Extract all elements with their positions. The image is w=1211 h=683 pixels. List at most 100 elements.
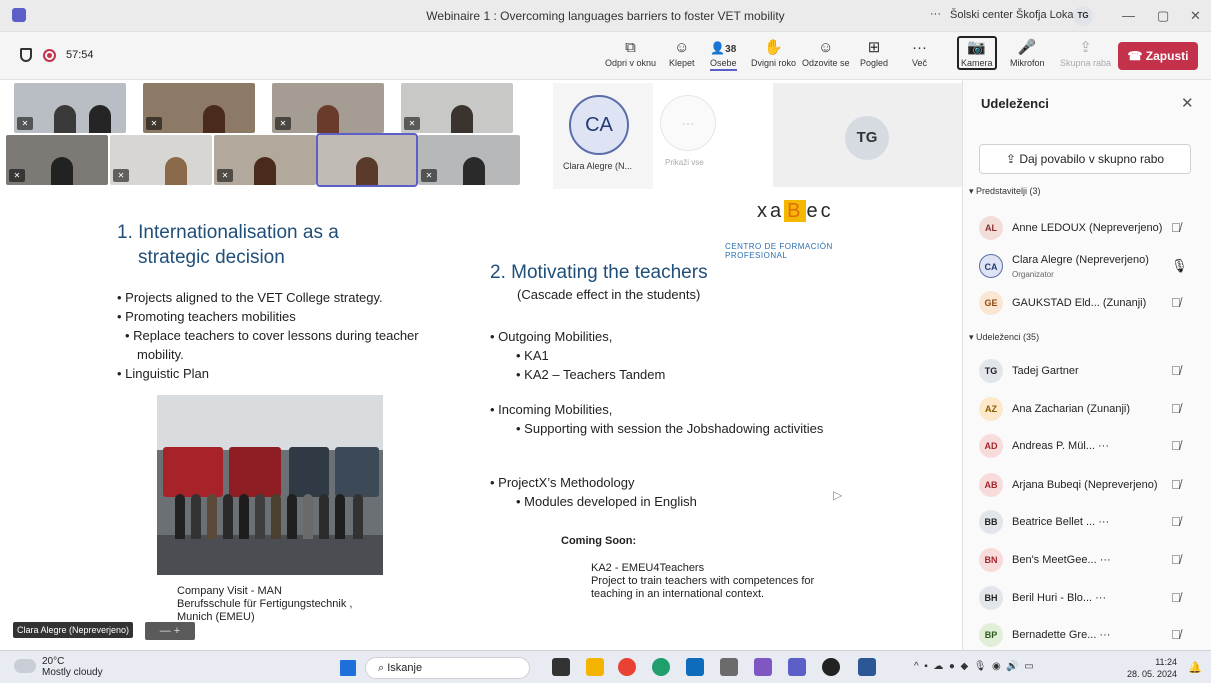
mic-off-icon: 🎙̸ xyxy=(1171,220,1181,235)
weather-widget[interactable]: 20°C Mostly cloudy xyxy=(42,656,103,678)
participant-row[interactable]: CA Clara Alegre (Nepreverjeno) Organizat… xyxy=(979,250,1204,282)
camera-button[interactable]: 📷 Kamera xyxy=(957,36,997,70)
close-window-button[interactable]: ✕ xyxy=(1190,8,1201,24)
share-invite-button[interactable]: ⇪ Daj povabilo v skupno rabo xyxy=(979,144,1191,174)
participant-row[interactable]: AD Andreas P. Mül... ··· 🎙̸ xyxy=(979,430,1204,462)
mic-on-icon: 🎙 xyxy=(1171,258,1188,273)
participants-panel: Udeleženci ✕ ⇪ Daj povabilo v skupno rab… xyxy=(962,80,1211,650)
windows-start-icon[interactable] xyxy=(340,660,356,676)
minimize-button[interactable]: — xyxy=(1122,8,1135,23)
recording-icon xyxy=(43,49,56,62)
participant-row[interactable]: BP Bernadette Gre... ··· 🎙̸ xyxy=(979,619,1204,651)
mic-off-icon: ✕ xyxy=(113,169,129,182)
video-tile[interactable]: ✕ xyxy=(418,135,520,185)
caption-line: Berufsschule für Fertigungstechnik , xyxy=(177,598,353,610)
video-tile[interactable]: ✕ xyxy=(214,135,316,185)
account-avatar[interactable]: TG xyxy=(1073,6,1093,26)
shield-icon xyxy=(20,48,32,62)
video-tile[interactable]: ✕ xyxy=(110,135,212,185)
avatar: AB xyxy=(979,473,1003,497)
participant-row[interactable]: BB Beatrice Bellet ... ··· 🎙̸ xyxy=(979,506,1204,538)
sub-bullet-item: KA1 xyxy=(500,346,870,365)
participant-name: Beatrice Bellet ... ··· xyxy=(1012,516,1110,528)
edge-icon[interactable] xyxy=(652,658,670,676)
teams-icon[interactable] xyxy=(788,658,806,676)
show-all-button[interactable]: ··· xyxy=(660,95,716,151)
participant-row[interactable]: AZ Ana Zacharian (Zunanji) 🎙̸ xyxy=(979,393,1204,425)
mic-off-icon: 🎙̸ xyxy=(1171,438,1181,453)
calculator-icon[interactable] xyxy=(720,658,738,676)
logo-subtitle: CENTRO DE FORMACIÓN PROFESIONAL xyxy=(725,242,833,260)
caret-down-icon: ▾ xyxy=(969,332,977,342)
mic-off-icon: 🎙̸ xyxy=(1171,627,1181,642)
participant-row[interactable]: BN Ben's MeetGee... ··· 🎙̸ xyxy=(979,544,1204,576)
more-button[interactable]: ··· Več xyxy=(912,38,927,68)
system-clock[interactable]: 11:24 28. 05. 2024 xyxy=(1127,656,1177,680)
word-icon[interactable] xyxy=(858,658,876,676)
mic-off-icon: 🎙̸ xyxy=(1171,295,1181,310)
file-explorer-icon[interactable] xyxy=(586,658,604,676)
video-tile[interactable]: ✕ xyxy=(272,83,384,133)
search-icon: ⌕ xyxy=(378,662,388,674)
zoom-control[interactable]: — + xyxy=(145,622,195,640)
toolbar-label: Kamera xyxy=(961,58,993,68)
open-in-window-button[interactable]: ⧉ Odpri v oknu xyxy=(605,38,656,68)
participant-row[interactable]: BH Beril Huri - Blo... ··· 🎙̸ xyxy=(979,582,1204,614)
invite-label: Daj povabilo v skupno rabo xyxy=(1019,152,1165,166)
participant-row[interactable]: AL Anne LEDOUX (Nepreverjeno) 🎙̸ xyxy=(979,212,1204,244)
taskbar-search[interactable]: ⌕ Iskanje xyxy=(365,657,530,679)
video-tile[interactable]: ✕ xyxy=(401,83,513,133)
participant-row[interactable]: AB Arjana Bubeqi (Nepreverjeno) 🎙̸ xyxy=(979,469,1204,501)
chat-button[interactable]: ☺ Klepet xyxy=(669,38,695,68)
people-button[interactable]: 👤38 Osebe xyxy=(710,38,737,71)
microphone-button[interactable]: 🎤 Mikrofon xyxy=(1010,38,1045,68)
heading-line: 1. Internationalisation as a xyxy=(117,222,339,243)
mic-off-icon: 🎙̸ xyxy=(1171,514,1181,529)
person-icon: 👤 xyxy=(710,41,726,55)
group-photo xyxy=(157,395,383,575)
restore-button[interactable]: ▢ xyxy=(1157,8,1169,24)
more-options-icon[interactable]: ··· xyxy=(930,8,941,20)
close-panel-icon[interactable]: ✕ xyxy=(1181,94,1194,112)
mic-off-icon: ✕ xyxy=(9,169,25,182)
participant-row[interactable]: TG Tadej Gartner 🎙̸ xyxy=(979,355,1204,387)
avatar: BP xyxy=(979,623,1003,647)
right-bullet-list: ProjectX’s Methodology Modules developed… xyxy=(490,473,870,511)
share-link-icon: ⇪ xyxy=(1005,152,1020,166)
react-button[interactable]: ☺ Odzovite se xyxy=(802,38,850,68)
task-view-icon[interactable] xyxy=(552,658,570,676)
notification-bell-icon[interactable]: 🔔 xyxy=(1188,661,1202,674)
leave-button[interactable]: ☎ Zapusti xyxy=(1118,42,1198,70)
outlook-icon[interactable] xyxy=(686,658,704,676)
window-titlebar: Webinaire 1 : Overcoming languages barri… xyxy=(0,0,1211,32)
leave-label: Zapusti xyxy=(1145,49,1189,63)
video-tile-active-speaker[interactable] xyxy=(316,133,418,187)
raise-hand-button[interactable]: ✋ Dvigni roko xyxy=(751,38,796,68)
video-tile[interactable]: ✕ xyxy=(6,135,108,185)
avatar: BH xyxy=(979,586,1003,610)
xabec-logo: xa Bec xyxy=(757,200,834,223)
video-tile[interactable]: ✕ xyxy=(14,83,126,133)
heading-line: strategic decision xyxy=(138,247,285,268)
participant-name: Beril Huri - Blo... ··· xyxy=(1012,592,1107,604)
self-video-tile[interactable]: TG xyxy=(773,83,962,187)
diagram-app-icon[interactable] xyxy=(754,658,772,676)
search-placeholder: Iskanje xyxy=(387,662,423,674)
share-button[interactable]: ⇪ Skupna raba xyxy=(1060,38,1111,68)
presenters-section-header[interactable]: ▾ Predstavitelji (3) xyxy=(969,186,1041,197)
camera-off-icon: 📷 xyxy=(967,39,987,56)
participant-tile[interactable]: CA Clara Alegre (N... xyxy=(553,83,653,189)
toolbar-label: Odzovite se xyxy=(802,58,850,68)
bullet-item: Projects aligned to the VET College stra… xyxy=(117,288,447,307)
attendees-section-header[interactable]: ▾ Udeleženci (35) xyxy=(969,332,1039,343)
chrome-icon[interactable] xyxy=(618,658,636,676)
participant-row[interactable]: GE GAUKSTAD Eld... (Zunanji) 🎙̸ xyxy=(979,287,1204,319)
system-tray[interactable]: ^ ▪ ☁ ● ◆ 🎙 ◉ 🔊 ▭ xyxy=(914,661,1034,672)
video-tile[interactable]: ✕ xyxy=(143,83,255,133)
toolbar-label: Klepet xyxy=(669,58,695,68)
view-button[interactable]: ⊞ Pogled xyxy=(860,38,888,68)
participant-name: Bernadette Gre... ··· xyxy=(1012,629,1111,641)
app-icon[interactable] xyxy=(822,658,840,676)
mic-off-icon: 🎙̸ xyxy=(1171,401,1181,416)
shared-presentation-slide: xa Bec CENTRO DE FORMACIÓN PROFESIONAL 1.… xyxy=(75,190,893,650)
